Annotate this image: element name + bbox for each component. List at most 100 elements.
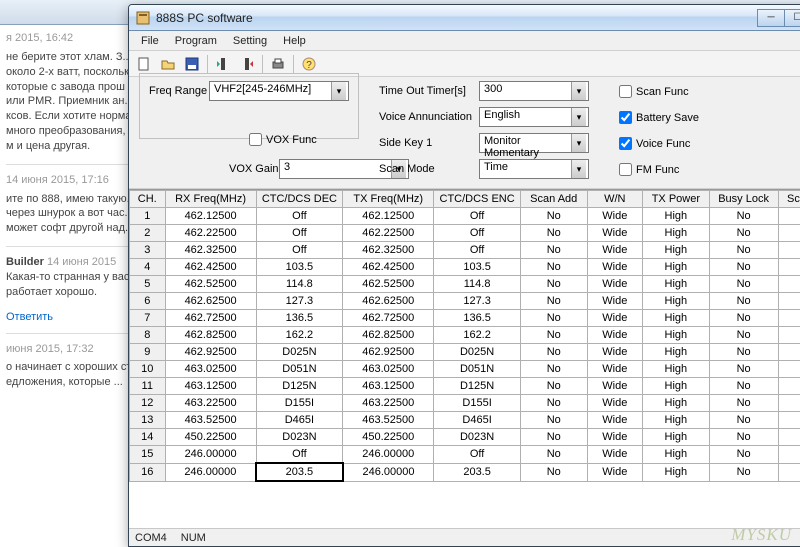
- table-cell[interactable]: 11: [130, 378, 166, 395]
- table-cell[interactable]: 246.00000: [343, 463, 434, 481]
- table-cell[interactable]: High: [643, 463, 710, 481]
- table-cell[interactable]: 463.52500: [165, 412, 256, 429]
- voice-ann-combo[interactable]: English: [479, 107, 589, 127]
- table-cell[interactable]: 246.00000: [343, 446, 434, 464]
- table-cell[interactable]: 462.72500: [165, 310, 256, 327]
- table-row[interactable]: 9462.92500D025N462.92500D025NNoWideHighN…: [130, 344, 800, 361]
- table-cell[interactable]: 462.92500: [165, 344, 256, 361]
- table-cell[interactable]: 463.12500: [165, 378, 256, 395]
- table-cell[interactable]: 462.92500: [343, 344, 434, 361]
- table-cell[interactable]: Wide: [587, 225, 643, 242]
- table-cell[interactable]: Wide: [587, 446, 643, 464]
- table-cell[interactable]: No: [520, 276, 587, 293]
- table-cell[interactable]: No: [709, 463, 778, 481]
- table-row[interactable]: 11463.12500D125N463.12500D125NNoWideHigh…: [130, 378, 800, 395]
- table-cell[interactable]: No: [709, 412, 778, 429]
- col-header[interactable]: Scramble: [778, 191, 800, 208]
- table-cell[interactable]: 462.12500: [165, 208, 256, 225]
- battery-save-checkbox[interactable]: Battery Save: [619, 111, 699, 124]
- open-folder-icon[interactable]: [157, 53, 179, 75]
- table-cell[interactable]: D025N: [434, 344, 521, 361]
- table-cell[interactable]: No: [778, 412, 800, 429]
- table-cell[interactable]: Wide: [587, 395, 643, 412]
- table-cell[interactable]: High: [643, 429, 710, 446]
- table-cell[interactable]: High: [643, 208, 710, 225]
- table-cell[interactable]: No: [778, 463, 800, 481]
- table-cell[interactable]: No: [778, 378, 800, 395]
- voice-func-checkbox[interactable]: Voice Func: [619, 137, 690, 150]
- table-cell[interactable]: No: [520, 395, 587, 412]
- table-cell[interactable]: 6: [130, 293, 166, 310]
- minimize-button[interactable]: ─: [757, 9, 785, 27]
- table-cell[interactable]: No: [778, 429, 800, 446]
- table-cell[interactable]: Wide: [587, 242, 643, 259]
- table-cell[interactable]: 462.42500: [165, 259, 256, 276]
- table-cell[interactable]: 9: [130, 344, 166, 361]
- table-cell[interactable]: Off: [434, 208, 521, 225]
- table-cell[interactable]: No: [709, 208, 778, 225]
- table-cell[interactable]: 14: [130, 429, 166, 446]
- table-cell[interactable]: 462.72500: [343, 310, 434, 327]
- table-row[interactable]: 1462.12500Off462.12500OffNoWideHighNoNo: [130, 208, 800, 225]
- table-cell[interactable]: Wide: [587, 463, 643, 481]
- table-cell[interactable]: No: [778, 293, 800, 310]
- table-cell[interactable]: 246.00000: [165, 463, 256, 481]
- table-cell[interactable]: No: [520, 412, 587, 429]
- col-header[interactable]: CTC/DCS ENC: [434, 191, 521, 208]
- menu-setting[interactable]: Setting: [225, 33, 275, 49]
- table-cell[interactable]: High: [643, 310, 710, 327]
- table-cell[interactable]: 162.2: [434, 327, 521, 344]
- table-cell[interactable]: D023N: [434, 429, 521, 446]
- table-cell[interactable]: No: [709, 293, 778, 310]
- table-row[interactable]: 15246.00000Off246.00000OffNoWideHighNoNo: [130, 446, 800, 464]
- table-cell[interactable]: No: [520, 446, 587, 464]
- table-cell[interactable]: 10: [130, 361, 166, 378]
- table-row[interactable]: 7462.72500136.5462.72500136.5NoWideHighN…: [130, 310, 800, 327]
- table-cell[interactable]: No: [778, 344, 800, 361]
- table-cell[interactable]: Wide: [587, 429, 643, 446]
- table-cell[interactable]: High: [643, 327, 710, 344]
- table-cell[interactable]: No: [520, 361, 587, 378]
- fm-func-box[interactable]: [619, 163, 632, 176]
- table-cell[interactable]: No: [520, 242, 587, 259]
- table-cell[interactable]: 127.3: [434, 293, 521, 310]
- col-header[interactable]: TX Power: [643, 191, 710, 208]
- table-cell[interactable]: No: [520, 378, 587, 395]
- table-cell[interactable]: D025N: [256, 344, 343, 361]
- table-cell[interactable]: Wide: [587, 276, 643, 293]
- table-cell[interactable]: Off: [434, 242, 521, 259]
- table-cell[interactable]: No: [778, 310, 800, 327]
- table-cell[interactable]: Off: [256, 446, 343, 464]
- fm-func-checkbox[interactable]: FM Func: [619, 163, 679, 176]
- table-cell[interactable]: 462.52500: [165, 276, 256, 293]
- table-row[interactable]: 5462.52500114.8462.52500114.8NoWideHighN…: [130, 276, 800, 293]
- col-header[interactable]: CH.: [130, 191, 166, 208]
- table-cell[interactable]: Off: [434, 225, 521, 242]
- table-cell[interactable]: Wide: [587, 327, 643, 344]
- table-cell[interactable]: 462.52500: [343, 276, 434, 293]
- table-cell[interactable]: No: [520, 344, 587, 361]
- table-cell[interactable]: D051N: [256, 361, 343, 378]
- table-cell[interactable]: 103.5: [256, 259, 343, 276]
- table-cell[interactable]: No: [778, 446, 800, 464]
- table-cell[interactable]: 203.5: [256, 463, 343, 481]
- table-cell[interactable]: 462.82500: [343, 327, 434, 344]
- table-cell[interactable]: High: [643, 225, 710, 242]
- channel-table[interactable]: CH.RX Freq(MHz)CTC/DCS DECTX Freq(MHz)CT…: [129, 190, 800, 482]
- table-cell[interactable]: No: [709, 327, 778, 344]
- table-cell[interactable]: 463.12500: [343, 378, 434, 395]
- freq-range-combo[interactable]: VHF2[245-246MHz]: [209, 81, 349, 101]
- table-cell[interactable]: 12: [130, 395, 166, 412]
- voice-func-box[interactable]: [619, 137, 632, 150]
- table-cell[interactable]: 462.22500: [343, 225, 434, 242]
- vox-func-box[interactable]: [249, 133, 262, 146]
- table-row[interactable]: 2462.22500Off462.22500OffNoWideHighNoNo: [130, 225, 800, 242]
- table-cell[interactable]: High: [643, 293, 710, 310]
- col-header[interactable]: Scan Add: [520, 191, 587, 208]
- table-cell[interactable]: D125N: [434, 378, 521, 395]
- col-header[interactable]: TX Freq(MHz): [343, 191, 434, 208]
- table-cell[interactable]: High: [643, 395, 710, 412]
- table-cell[interactable]: 16: [130, 463, 166, 481]
- table-cell[interactable]: High: [643, 344, 710, 361]
- table-row[interactable]: 8462.82500162.2462.82500162.2NoWideHighN…: [130, 327, 800, 344]
